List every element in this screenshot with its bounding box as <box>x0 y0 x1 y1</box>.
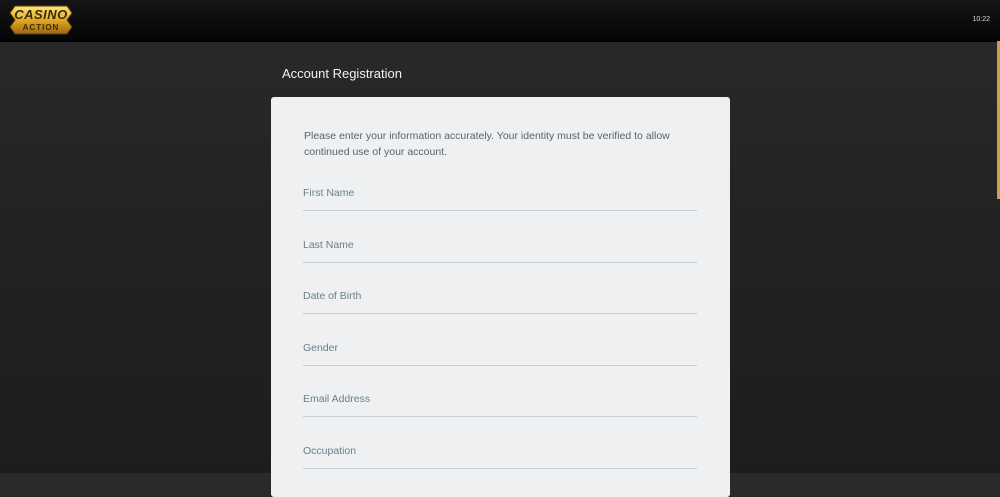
field-label: Occupation <box>303 445 357 457</box>
field-label: Gender <box>303 342 339 354</box>
field-label: Email Address <box>303 393 371 405</box>
top-bar: CASINO ACTION 10:22 <box>0 0 1000 42</box>
last-name-field[interactable]: Last Name <box>303 234 697 263</box>
occupation-field[interactable]: Occupation <box>303 440 697 469</box>
casino-action-logo[interactable]: CASINO ACTION <box>9 4 73 36</box>
field-label: Last Name <box>303 239 354 251</box>
field-label: Date of Birth <box>303 290 362 302</box>
gender-field[interactable]: Gender <box>303 337 697 366</box>
intro-text: Please enter your information accurately… <box>304 130 670 158</box>
registration-card: Please enter your information accurately… <box>271 97 730 497</box>
logo-text-sub: ACTION <box>22 23 60 32</box>
date-of-birth-field[interactable]: Date of Birth <box>303 285 697 314</box>
email-address-field[interactable]: Email Address <box>303 388 697 417</box>
first-name-field[interactable]: First Name <box>303 182 697 211</box>
logo-text-main: CASINO <box>14 7 68 22</box>
clock: 10:22 <box>972 16 990 23</box>
page-title: Account Registration <box>282 66 402 81</box>
field-label: First Name <box>303 187 355 199</box>
